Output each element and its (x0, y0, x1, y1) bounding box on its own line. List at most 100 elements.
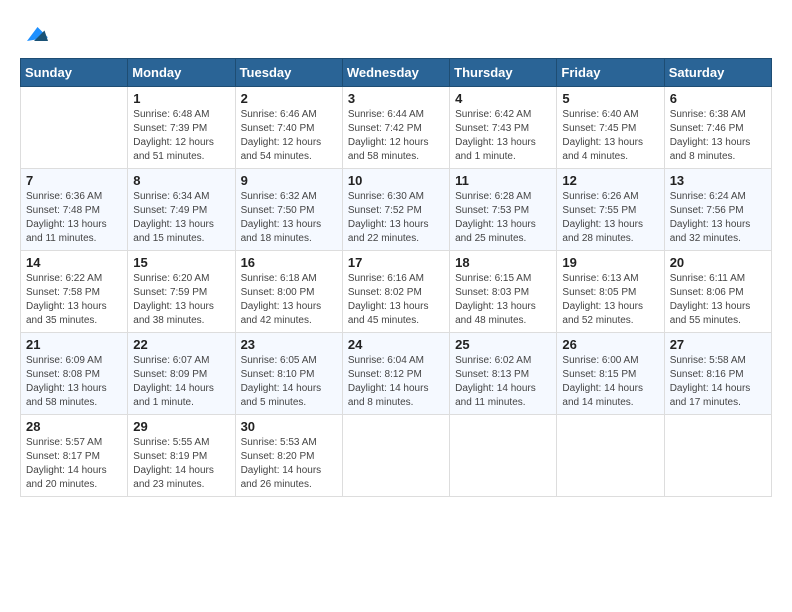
day-info: Sunrise: 5:55 AMSunset: 8:19 PMDaylight:… (133, 436, 229, 492)
weekday-header-monday: Monday (128, 59, 235, 87)
day-info: Sunrise: 6:24 AMSunset: 7:56 PMDaylight:… (670, 190, 766, 246)
day-cell: 8 Sunrise: 6:34 AMSunset: 7:49 PMDaylight… (128, 169, 235, 251)
day-cell: 10 Sunrise: 6:30 AMSunset: 7:52 PMDayligh… (342, 169, 449, 251)
day-info: Sunrise: 6:18 AMSunset: 8:00 PMDaylight:… (241, 272, 337, 328)
day-number: 4 (455, 91, 551, 106)
day-number: 23 (241, 337, 337, 352)
day-info: Sunrise: 6:34 AMSunset: 7:49 PMDaylight:… (133, 190, 229, 246)
day-info: Sunrise: 6:13 AMSunset: 8:05 PMDaylight:… (562, 272, 658, 328)
day-info: Sunrise: 6:07 AMSunset: 8:09 PMDaylight:… (133, 354, 229, 410)
day-cell (557, 415, 664, 497)
day-number: 6 (670, 91, 766, 106)
header (20, 20, 772, 48)
day-cell: 15 Sunrise: 6:20 AMSunset: 7:59 PMDayligh… (128, 251, 235, 333)
day-cell: 25Sunrise: 6:02 AMSunset: 8:13 PMDayligh… (450, 333, 557, 415)
day-info: Sunrise: 6:28 AMSunset: 7:53 PMDaylight:… (455, 190, 551, 246)
day-info: Sunrise: 6:48 AMSunset: 7:39 PMDaylight:… (133, 108, 229, 164)
day-cell: 28 Sunrise: 5:57 AMSunset: 8:17 PMDayligh… (21, 415, 128, 497)
day-info: Sunrise: 5:57 AMSunset: 8:17 PMDaylight:… (26, 436, 122, 492)
day-info: Sunrise: 6:36 AMSunset: 7:48 PMDaylight:… (26, 190, 122, 246)
day-number: 13 (670, 173, 766, 188)
day-info: Sunrise: 6:09 AMSunset: 8:08 PMDaylight:… (26, 354, 122, 410)
day-info: Sunrise: 5:53 AMSunset: 8:20 PMDaylight:… (241, 436, 337, 492)
day-number: 28 (26, 419, 122, 434)
day-cell: 5Sunrise: 6:40 AMSunset: 7:45 PMDaylight… (557, 87, 664, 169)
day-number: 25 (455, 337, 551, 352)
day-cell: 30 Sunrise: 5:53 AMSunset: 8:20 PMDayligh… (235, 415, 342, 497)
day-info: Sunrise: 6:46 AMSunset: 7:40 PMDaylight:… (241, 108, 337, 164)
day-info: Sunrise: 6:38 AMSunset: 7:46 PMDaylight:… (670, 108, 766, 164)
day-number: 22 (133, 337, 229, 352)
day-cell (450, 415, 557, 497)
day-number: 16 (241, 255, 337, 270)
day-number: 1 (133, 91, 229, 106)
day-cell: 13 Sunrise: 6:24 AMSunset: 7:56 PMDayligh… (664, 169, 771, 251)
day-info: Sunrise: 6:26 AMSunset: 7:55 PMDaylight:… (562, 190, 658, 246)
day-info: Sunrise: 5:58 AMSunset: 8:16 PMDaylight:… (670, 354, 766, 410)
day-cell: 18 Sunrise: 6:15 AMSunset: 8:03 PMDayligh… (450, 251, 557, 333)
day-number: 7 (26, 173, 122, 188)
day-number: 2 (241, 91, 337, 106)
day-number: 9 (241, 173, 337, 188)
day-info: Sunrise: 6:05 AMSunset: 8:10 PMDaylight:… (241, 354, 337, 410)
day-info: Sunrise: 6:16 AMSunset: 8:02 PMDaylight:… (348, 272, 444, 328)
weekday-header-wednesday: Wednesday (342, 59, 449, 87)
day-cell: 9 Sunrise: 6:32 AMSunset: 7:50 PMDaylight… (235, 169, 342, 251)
day-cell: 7 Sunrise: 6:36 AMSunset: 7:48 PMDaylight… (21, 169, 128, 251)
day-number: 15 (133, 255, 229, 270)
day-cell: 11 Sunrise: 6:28 AMSunset: 7:53 PMDayligh… (450, 169, 557, 251)
week-row-1: 1 Sunrise: 6:48 AMSunset: 7:39 PMDaylight… (21, 87, 772, 169)
weekday-header-thursday: Thursday (450, 59, 557, 87)
day-info: Sunrise: 6:40 AMSunset: 7:45 PMDaylight:… (562, 108, 658, 164)
day-cell: 24Sunrise: 6:04 AMSunset: 8:12 PMDayligh… (342, 333, 449, 415)
day-cell: 22 Sunrise: 6:07 AMSunset: 8:09 PMDayligh… (128, 333, 235, 415)
day-number: 27 (670, 337, 766, 352)
day-info: Sunrise: 6:20 AMSunset: 7:59 PMDaylight:… (133, 272, 229, 328)
weekday-header-saturday: Saturday (664, 59, 771, 87)
day-cell: 6 Sunrise: 6:38 AMSunset: 7:46 PMDaylight… (664, 87, 771, 169)
day-info: Sunrise: 6:22 AMSunset: 7:58 PMDaylight:… (26, 272, 122, 328)
day-number: 3 (348, 91, 444, 106)
day-info: Sunrise: 6:00 AMSunset: 8:15 PMDaylight:… (562, 354, 658, 410)
day-number: 8 (133, 173, 229, 188)
day-cell: 1 Sunrise: 6:48 AMSunset: 7:39 PMDaylight… (128, 87, 235, 169)
day-number: 26 (562, 337, 658, 352)
day-number: 12 (562, 173, 658, 188)
day-number: 20 (670, 255, 766, 270)
day-number: 29 (133, 419, 229, 434)
day-info: Sunrise: 6:32 AMSunset: 7:50 PMDaylight:… (241, 190, 337, 246)
day-cell: 20Sunrise: 6:11 AMSunset: 8:06 PMDayligh… (664, 251, 771, 333)
day-cell: 16 Sunrise: 6:18 AMSunset: 8:00 PMDayligh… (235, 251, 342, 333)
day-cell (342, 415, 449, 497)
day-cell: 29 Sunrise: 5:55 AMSunset: 8:19 PMDayligh… (128, 415, 235, 497)
day-number: 10 (348, 173, 444, 188)
day-cell (21, 87, 128, 169)
weekday-header-row: SundayMondayTuesdayWednesdayThursdayFrid… (21, 59, 772, 87)
logo (20, 20, 52, 48)
weekday-header-tuesday: Tuesday (235, 59, 342, 87)
day-cell: 21 Sunrise: 6:09 AMSunset: 8:08 PMDayligh… (21, 333, 128, 415)
day-number: 21 (26, 337, 122, 352)
day-cell: 26 Sunrise: 6:00 AMSunset: 8:15 PMDayligh… (557, 333, 664, 415)
day-cell: 14 Sunrise: 6:22 AMSunset: 7:58 PMDayligh… (21, 251, 128, 333)
day-cell: 23 Sunrise: 6:05 AMSunset: 8:10 PMDayligh… (235, 333, 342, 415)
calendar: SundayMondayTuesdayWednesdayThursdayFrid… (20, 58, 772, 497)
day-cell: 2 Sunrise: 6:46 AMSunset: 7:40 PMDaylight… (235, 87, 342, 169)
day-number: 19 (562, 255, 658, 270)
day-info: Sunrise: 6:30 AMSunset: 7:52 PMDaylight:… (348, 190, 444, 246)
day-number: 18 (455, 255, 551, 270)
day-number: 11 (455, 173, 551, 188)
logo-icon (20, 20, 48, 48)
day-number: 30 (241, 419, 337, 434)
day-number: 17 (348, 255, 444, 270)
weekday-header-friday: Friday (557, 59, 664, 87)
day-cell: 19 Sunrise: 6:13 AMSunset: 8:05 PMDayligh… (557, 251, 664, 333)
day-cell: 12 Sunrise: 6:26 AMSunset: 7:55 PMDayligh… (557, 169, 664, 251)
week-row-3: 14 Sunrise: 6:22 AMSunset: 7:58 PMDayligh… (21, 251, 772, 333)
weekday-header-sunday: Sunday (21, 59, 128, 87)
week-row-5: 28 Sunrise: 5:57 AMSunset: 8:17 PMDayligh… (21, 415, 772, 497)
day-cell: 17 Sunrise: 6:16 AMSunset: 8:02 PMDayligh… (342, 251, 449, 333)
day-number: 14 (26, 255, 122, 270)
day-info: Sunrise: 6:15 AMSunset: 8:03 PMDaylight:… (455, 272, 551, 328)
day-cell: 3Sunrise: 6:44 AMSunset: 7:42 PMDaylight… (342, 87, 449, 169)
